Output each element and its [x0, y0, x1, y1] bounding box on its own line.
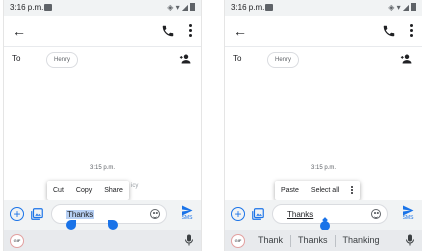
keyboard-suggestion-strip: GIF Thank Thanks Thanking [225, 230, 422, 251]
add-person-icon[interactable] [179, 54, 193, 64]
emoji-icon[interactable] [371, 209, 381, 219]
suggestion-item[interactable]: Thanking [336, 233, 387, 248]
suggestion-item[interactable]: Thanks [291, 233, 335, 248]
recipient-chip[interactable]: Henry [267, 52, 300, 68]
wifi-icon: ▾ [175, 3, 180, 12]
gif-button[interactable]: GIF [231, 234, 245, 248]
phone-icon[interactable] [161, 24, 175, 38]
phone-screen-left: 3:16 p.m. ◈ ▾ ◢ ← To Henry 3:15 p.m. icy… [4, 0, 201, 251]
status-icons: ◈ ▾ ◢ [388, 3, 416, 12]
gallery-icon[interactable] [251, 207, 265, 221]
more-vert-icon[interactable] [189, 24, 193, 38]
share-menu-item[interactable]: Share [98, 181, 129, 200]
keyboard-suggestion-strip: GIF [4, 230, 201, 251]
mic-icon[interactable] [406, 234, 414, 246]
send-button[interactable]: SMS [400, 205, 416, 221]
obscured-message-text: icy [131, 183, 139, 189]
status-bar: 3:16 p.m. ◈ ▾ ◢ [4, 0, 201, 16]
back-arrow-icon[interactable]: ← [12, 23, 26, 39]
status-time: 3:16 p.m. [10, 3, 44, 12]
message-notification-icon [265, 4, 273, 11]
suggestion-item[interactable]: Thank [251, 233, 290, 248]
paste-menu-item[interactable]: Paste [275, 181, 305, 200]
message-input-text[interactable]: Thanks [287, 210, 313, 219]
more-vert-icon[interactable] [410, 24, 414, 38]
word-suggestions: Thank Thanks Thanking [251, 233, 387, 248]
to-label: To [233, 54, 242, 63]
emoji-icon[interactable] [150, 209, 160, 219]
cut-menu-item[interactable]: Cut [47, 181, 70, 200]
text-insertion-menu: Paste Select all [275, 181, 361, 200]
conversation-area: 3:15 p.m. icy Cut Copy Share [4, 73, 201, 200]
more-vert-icon[interactable] [351, 185, 354, 195]
signal-icon: ◢ [402, 3, 409, 12]
phone-icon[interactable] [382, 24, 396, 38]
copy-menu-item[interactable]: Copy [70, 181, 98, 200]
status-time: 3:16 p.m. [231, 3, 265, 12]
app-bar: ← [4, 16, 201, 46]
message-input[interactable]: Thanks [272, 204, 388, 224]
battery-icon [411, 3, 416, 11]
send-label: SMS [402, 215, 414, 221]
mic-icon[interactable] [185, 234, 193, 246]
wifi-icon: ▾ [396, 3, 401, 12]
plus-icon[interactable]: + [231, 207, 245, 221]
signal-icon: ◢ [181, 3, 188, 12]
to-label: To [12, 54, 21, 63]
recipient-row: To Henry [4, 46, 201, 74]
message-input-text[interactable]: Thanks [66, 210, 95, 219]
status-bar: 3:16 p.m. ◈ ▾ ◢ [225, 0, 422, 16]
add-person-icon[interactable] [400, 54, 414, 64]
battery-icon [190, 3, 195, 11]
selection-start-handle[interactable] [66, 220, 76, 230]
plus-icon[interactable]: + [10, 207, 24, 221]
select-all-menu-item[interactable]: Select all [305, 181, 345, 200]
message-notification-icon [44, 4, 52, 11]
message-timestamp: 3:15 p.m. [89, 165, 115, 171]
status-icons: ◈ ▾ ◢ [167, 3, 195, 12]
gallery-icon[interactable] [30, 207, 44, 221]
send-button[interactable]: SMS [179, 205, 195, 221]
compose-bar: + Thanks SMS [4, 200, 201, 230]
app-bar: ← [225, 16, 422, 46]
selection-end-handle[interactable] [108, 220, 118, 230]
phone-screen-right: 3:16 p.m. ◈ ▾ ◢ ← To Henry 3:15 p.m. Pas… [225, 0, 422, 251]
recipient-chip[interactable]: Henry [46, 52, 79, 68]
recipient-row: To Henry [225, 46, 422, 74]
back-arrow-icon[interactable]: ← [233, 23, 247, 39]
message-timestamp: 3:15 p.m. [310, 165, 336, 171]
gif-button[interactable]: GIF [10, 234, 24, 248]
vibrate-icon: ◈ [167, 3, 174, 12]
text-selection-menu: Cut Copy Share [47, 181, 129, 200]
conversation-area: 3:15 p.m. Paste Select all [225, 73, 422, 200]
send-label: SMS [181, 215, 193, 221]
vibrate-icon: ◈ [388, 3, 395, 12]
